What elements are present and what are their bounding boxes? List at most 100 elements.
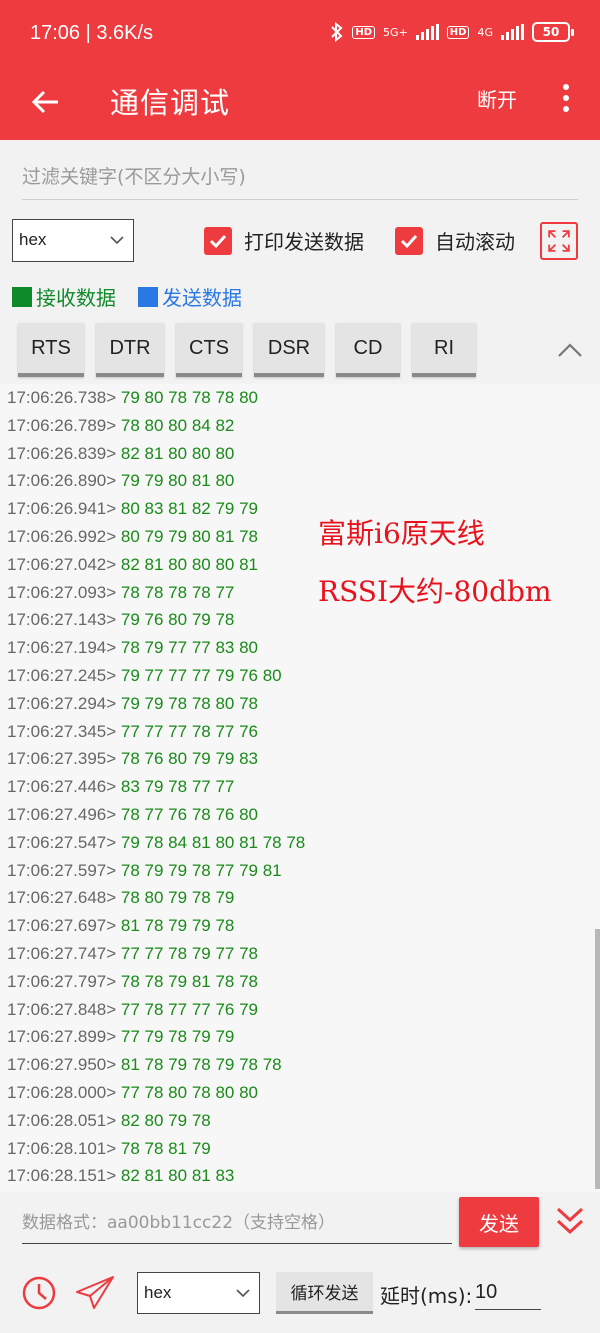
log-timestamp: 17:06:27.496> xyxy=(7,804,121,824)
log-data: 78 78 81 79 xyxy=(120,1138,211,1158)
back-arrow-icon[interactable] xyxy=(30,86,62,118)
chevron-up-icon[interactable] xyxy=(556,338,584,362)
auto-scroll-label: 自动滚动 xyxy=(435,230,515,254)
log-data: 79 78 84 81 80 81 78 78 xyxy=(120,832,306,852)
loop-send-button[interactable]: 循环发送 xyxy=(276,1272,373,1314)
send-data-input[interactable] xyxy=(22,1202,452,1244)
chevron-down-icon xyxy=(110,236,124,245)
log-line: 17:06:26.992> 80 79 79 80 81 78 xyxy=(0,523,600,551)
log-timestamp: 17:06:27.848> xyxy=(7,999,121,1019)
log-data: 79 79 80 81 80 xyxy=(120,471,235,491)
legend-received: 接收数据 xyxy=(12,282,116,311)
delay-input[interactable] xyxy=(475,1276,541,1310)
log-data: 79 77 77 77 79 76 80 xyxy=(120,665,282,685)
disconnect-button[interactable]: 断开 xyxy=(477,84,517,113)
log-timestamp: 17:06:27.648> xyxy=(7,888,121,908)
log-line: 17:06:27.597> 78 79 79 78 77 79 81 xyxy=(0,857,600,885)
log-line: 17:06:27.697> 81 78 79 79 78 xyxy=(0,912,600,940)
log-data: 78 79 79 78 77 79 81 xyxy=(120,860,282,880)
hd-badge: HD xyxy=(352,25,376,39)
auto-scroll-checkbox[interactable]: 自动滚动 xyxy=(395,226,515,255)
log-timestamp: 17:06:26.890> xyxy=(7,471,121,491)
rts-button[interactable]: RTS xyxy=(18,323,84,377)
checkbox-checked-icon xyxy=(204,226,232,255)
network-5g-label: 5G+ xyxy=(383,25,408,39)
app-bar: 通信调试 断开 xyxy=(0,70,600,140)
legend-sent: 发送数据 xyxy=(138,282,242,311)
log-timestamp: 17:06:26.839> xyxy=(7,443,121,463)
format-select[interactable]: hex xyxy=(12,219,134,262)
signal-strength-icon-2 xyxy=(501,24,524,40)
legend: 接收数据 发送数据 xyxy=(12,282,242,311)
dtr-button[interactable]: DTR xyxy=(96,323,164,377)
log-data: 82 81 80 80 80 xyxy=(120,443,235,463)
log-data: 77 79 78 79 79 xyxy=(120,1027,235,1047)
print-sent-checkbox[interactable]: 打印发送数据 xyxy=(204,226,364,255)
double-chevron-down-icon[interactable] xyxy=(554,1204,586,1238)
log-timestamp: 17:06:27.747> xyxy=(7,943,121,963)
page-title: 通信调试 xyxy=(110,86,231,120)
log-data: 78 80 79 78 79 xyxy=(120,888,235,908)
log-timestamp: 17:06:26.738> xyxy=(7,388,121,407)
log-data: 77 78 80 78 80 80 xyxy=(120,1082,258,1102)
annotation-line-1: 富斯i6原天线 xyxy=(318,517,485,550)
log-timestamp: 17:06:26.941> xyxy=(7,499,121,519)
log-line: 17:06:26.738> 79 80 78 78 78 80 xyxy=(0,384,600,412)
log-line: 17:06:27.848> 77 78 77 77 76 79 xyxy=(0,996,600,1024)
log-timestamp: 17:06:27.143> xyxy=(7,610,121,630)
more-vert-icon[interactable] xyxy=(558,82,574,114)
log-data: 82 81 80 81 83 xyxy=(120,1166,235,1186)
log-data: 79 79 78 78 80 78 xyxy=(120,693,258,713)
log-line: 17:06:27.245> 79 77 77 77 79 76 80 xyxy=(0,662,600,690)
fullscreen-icon[interactable] xyxy=(540,222,578,260)
log-data: 82 81 80 80 80 81 xyxy=(120,554,258,574)
log-line: 17:06:26.839> 82 81 80 80 80 xyxy=(0,440,600,468)
log-timestamp: 17:06:27.395> xyxy=(7,749,121,769)
scrollbar-thumb[interactable] xyxy=(595,929,600,1189)
cd-button[interactable]: CD xyxy=(336,323,400,377)
log-line: 17:06:28.051> 82 80 79 78 xyxy=(0,1107,600,1135)
log-data: 77 78 77 77 76 79 xyxy=(120,999,258,1019)
log-panel[interactable]: 17:06:26.738> 79 80 78 78 78 80 17:06:26.… xyxy=(0,384,600,1192)
clock-icon[interactable] xyxy=(20,1274,58,1312)
send-format-select[interactable]: hex xyxy=(137,1272,260,1314)
filter-input[interactable] xyxy=(22,155,578,200)
log-timestamp: 17:06:27.697> xyxy=(7,916,121,936)
log-line: 17:06:27.496> 78 77 76 78 76 80 xyxy=(0,801,600,829)
received-color-swatch xyxy=(12,286,32,307)
log-timestamp: 17:06:26.992> xyxy=(7,526,121,546)
log-timestamp: 17:06:28.101> xyxy=(7,1138,121,1158)
log-lines: 17:06:26.738> 79 80 78 78 78 80 17:06:26.… xyxy=(0,384,600,1190)
log-data: 79 80 78 78 78 80 xyxy=(120,388,258,407)
log-timestamp: 17:06:28.151> xyxy=(7,1166,121,1186)
log-line: 17:06:28.101> 78 78 81 79 xyxy=(0,1135,600,1163)
chevron-down-icon xyxy=(236,1289,250,1298)
log-data: 83 79 78 77 77 xyxy=(120,777,235,797)
status-time: 17:06 | 3.6K/s xyxy=(30,22,154,44)
log-line: 17:06:27.345> 77 77 77 78 77 76 xyxy=(0,718,600,746)
ri-button[interactable]: RI xyxy=(412,323,476,377)
log-data: 78 78 78 78 77 xyxy=(120,582,235,602)
app-root: 17:06 | 3.6K/s HD 5G+ HD 4G 50 通信调试 断开 h… xyxy=(0,0,600,1333)
cts-button[interactable]: CTS xyxy=(176,323,242,377)
log-data: 81 78 79 78 79 78 78 xyxy=(120,1055,282,1075)
log-timestamp: 17:06:27.950> xyxy=(7,1055,121,1075)
send-button[interactable]: 发送 xyxy=(459,1197,539,1247)
paper-plane-icon[interactable] xyxy=(74,1274,116,1310)
log-data: 77 77 78 79 77 78 xyxy=(120,943,258,963)
log-data: 80 79 79 80 81 78 xyxy=(120,526,258,546)
log-line: 17:06:27.797> 78 78 79 81 78 78 xyxy=(0,968,600,996)
log-timestamp: 17:06:27.446> xyxy=(7,777,121,797)
log-data: 81 78 79 79 78 xyxy=(120,916,235,936)
log-line: 17:06:26.941> 80 83 81 82 79 79 xyxy=(0,495,600,523)
log-data: 78 80 80 84 82 xyxy=(120,415,235,435)
dsr-button[interactable]: DSR xyxy=(254,323,324,377)
status-icons: HD 5G+ HD 4G 50 xyxy=(330,22,574,42)
log-line: 17:06:27.899> 77 79 78 79 79 xyxy=(0,1023,600,1051)
log-line: 17:06:28.000> 77 78 80 78 80 80 xyxy=(0,1079,600,1107)
sent-color-swatch xyxy=(138,286,158,307)
signal-strength-icon xyxy=(415,24,439,40)
send-format-value: hex xyxy=(144,1283,172,1302)
log-line: 17:06:28.151> 82 81 80 81 83 xyxy=(0,1162,600,1190)
log-timestamp: 17:06:26.789> xyxy=(7,415,121,435)
